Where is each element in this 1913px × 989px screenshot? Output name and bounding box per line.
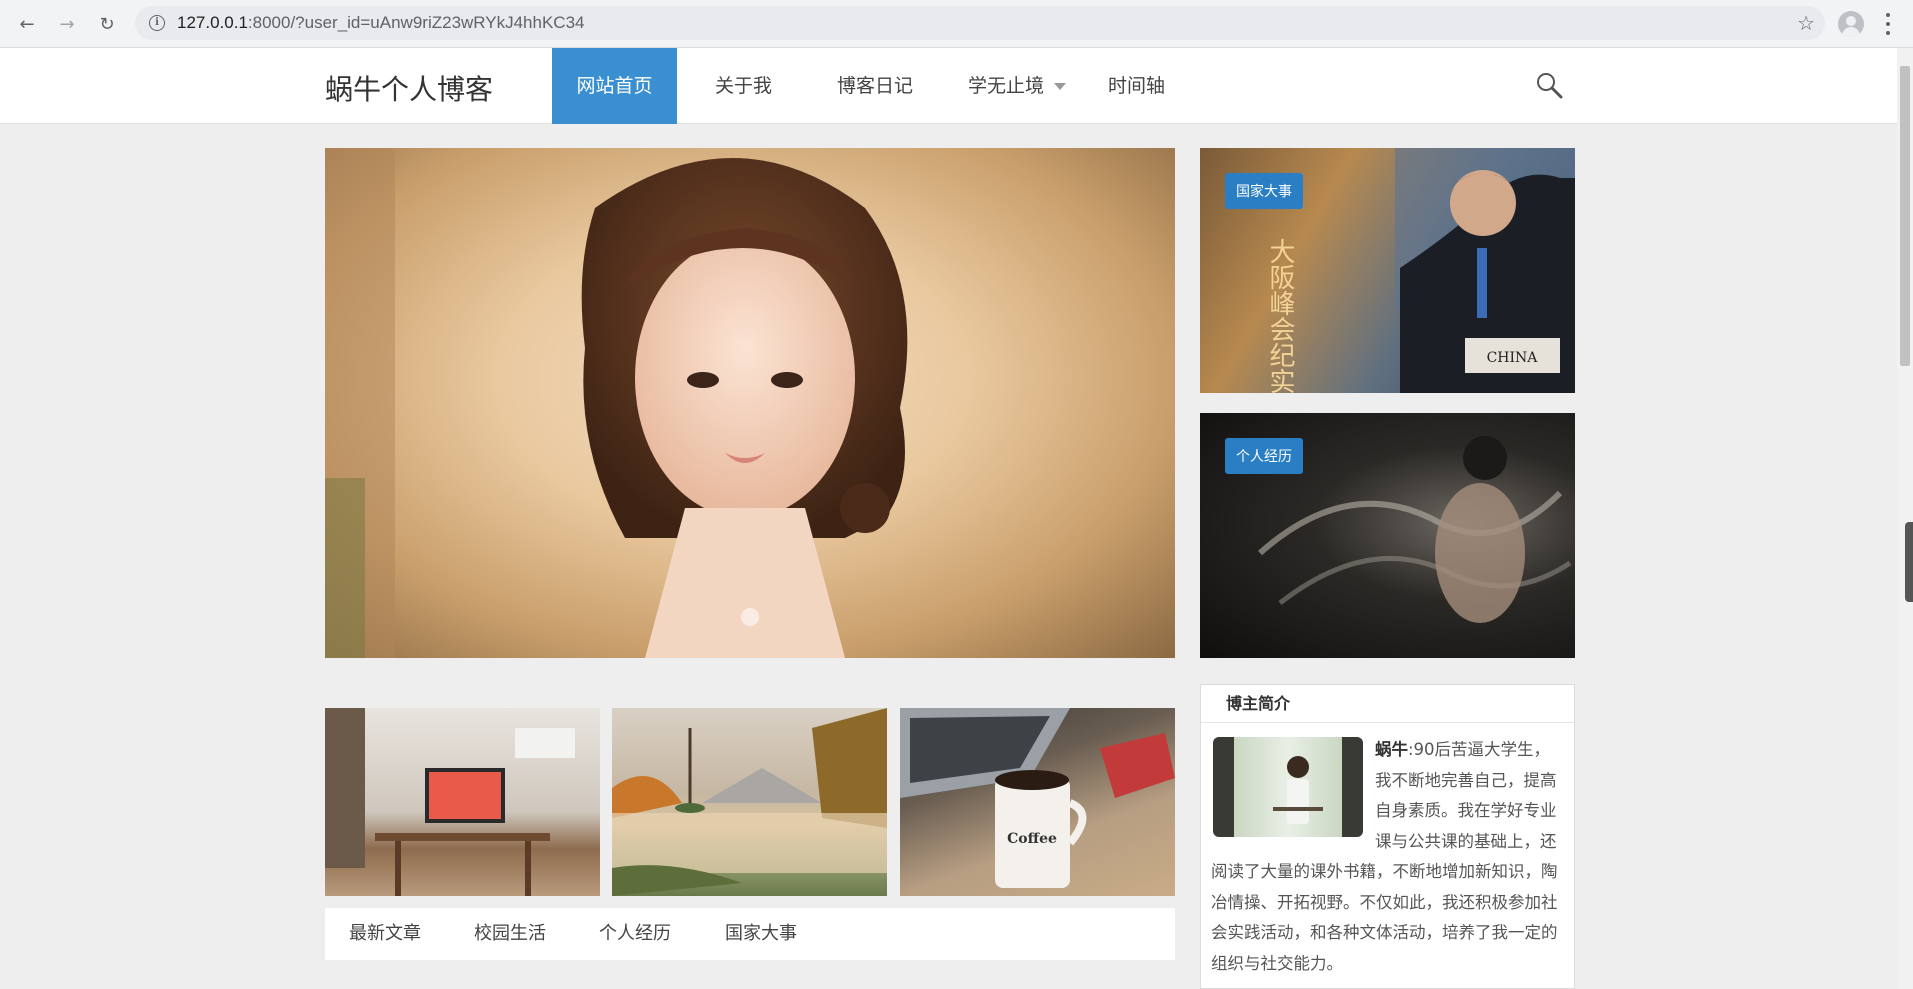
site-logo[interactable]: 蜗牛个人博客 bbox=[325, 68, 493, 108]
banner-vertical-text: 大阪峰会纪实 bbox=[1265, 238, 1295, 393]
chevron-down-icon bbox=[1054, 83, 1067, 90]
tab-latest-articles[interactable]: 最新文章 bbox=[349, 908, 421, 960]
about-body: 蜗牛:90后苦逼大学生，我不断地完善自己，提高自身素质。我在学好专业课与公共课的… bbox=[1201, 723, 1574, 979]
page-scrollbar[interactable] bbox=[1897, 48, 1913, 989]
info-icon[interactable]: i bbox=[149, 15, 165, 31]
blogger-intro-panel: 博主简介 蜗牛:90后苦逼大学生，我不断地完善自己，提高自身素质。我在学好专业课… bbox=[1200, 684, 1575, 989]
blogger-name: 蜗牛 bbox=[1375, 740, 1408, 759]
tab-personal-experience[interactable]: 个人经历 bbox=[599, 908, 671, 960]
tab-national-affairs[interactable]: 国家大事 bbox=[725, 908, 797, 960]
thumbnail-desk-image[interactable] bbox=[325, 708, 600, 896]
browser-menu-icon[interactable] bbox=[1884, 10, 1892, 38]
thumbnail-lake-image[interactable] bbox=[612, 708, 887, 896]
search-icon[interactable] bbox=[1534, 70, 1564, 100]
mug-text: Coffee bbox=[1007, 831, 1057, 847]
nav-timeline[interactable]: 时间轴 bbox=[1086, 48, 1187, 124]
bookmark-star-icon[interactable]: ☆ bbox=[1797, 11, 1815, 35]
thumbnail-coffee-image[interactable]: Coffee bbox=[900, 708, 1175, 896]
tag-personal-experience[interactable]: 个人经历 bbox=[1225, 438, 1303, 474]
side-card-national-affairs[interactable]: CHINA 大阪峰会纪实 国家大事 bbox=[1200, 148, 1575, 393]
url-text[interactable]: 127.0.0.1:8000/?user_id=uAnw9riZ23wRYkJ4… bbox=[177, 13, 585, 33]
hero-banner-image[interactable] bbox=[325, 148, 1175, 658]
nav-learning[interactable]: 学无止境 bbox=[946, 48, 1088, 124]
floating-side-tab[interactable] bbox=[1905, 522, 1913, 602]
forward-icon[interactable]: → bbox=[54, 11, 80, 37]
back-icon[interactable]: ← bbox=[14, 11, 40, 37]
nav-about[interactable]: 关于我 bbox=[693, 48, 794, 124]
nav-blog-diary[interactable]: 博客日记 bbox=[815, 48, 935, 124]
scrollbar-thumb[interactable] bbox=[1900, 66, 1910, 366]
nav-home[interactable]: 网站首页 bbox=[552, 48, 677, 124]
side-card-personal-experience[interactable]: 个人经历 bbox=[1200, 413, 1575, 658]
profile-avatar-icon[interactable] bbox=[1838, 11, 1864, 37]
tab-campus-life[interactable]: 校园生活 bbox=[474, 908, 546, 960]
tag-national-affairs[interactable]: 国家大事 bbox=[1225, 173, 1303, 209]
reload-icon[interactable]: ↻ bbox=[94, 11, 120, 37]
site-header: 蜗牛个人博客 网站首页 关于我 博客日记 学无止境 时间轴 bbox=[0, 48, 1897, 124]
blogger-photo bbox=[1213, 737, 1363, 837]
slide-indicator[interactable] bbox=[741, 608, 759, 626]
about-title: 博主简介 bbox=[1201, 685, 1574, 723]
category-tabs: 最新文章 校园生活 个人经历 国家大事 bbox=[325, 908, 1175, 960]
browser-toolbar: ← → ↻ i 127.0.0.1:8000/?user_id=uAnw9riZ… bbox=[0, 0, 1913, 48]
address-bar[interactable]: i 127.0.0.1:8000/?user_id=uAnw9riZ23wRYk… bbox=[135, 6, 1825, 40]
nav-learning-label: 学无止境 bbox=[968, 75, 1045, 97]
nameplate-text: CHINA bbox=[1487, 350, 1539, 366]
